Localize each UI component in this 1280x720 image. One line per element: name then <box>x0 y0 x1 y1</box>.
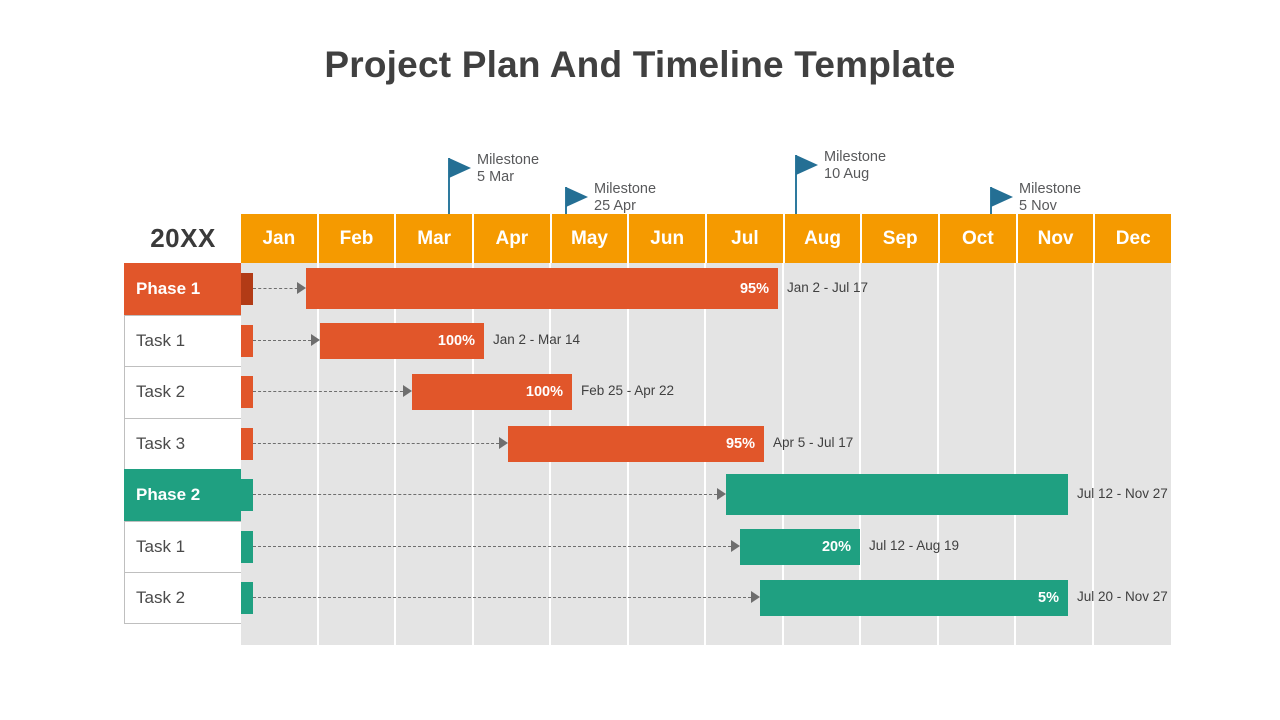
date-range-label: Jul 12 - Aug 19 <box>869 537 960 553</box>
month-cell-dec[interactable]: Dec <box>1095 214 1172 263</box>
row-label-phase-2[interactable]: Phase 2 <box>124 469 242 521</box>
dependency-connector <box>253 442 504 444</box>
gantt-row-task-2-2: 5% Jul 20 - Nov 27 <box>241 572 1171 624</box>
row-label-panel: 20XX Phase 1 Task 1 Task 2 Task 3 Phase … <box>124 213 242 624</box>
row-stub <box>241 530 253 563</box>
flag-icon <box>566 187 588 207</box>
milestone-label: Milestone 5 Nov <box>1019 181 1082 214</box>
row-stub <box>241 376 253 408</box>
flag-icon <box>796 155 818 175</box>
row-label-task-1-3[interactable]: Task 3 <box>124 417 242 469</box>
row-label-task-1-1[interactable]: Task 1 <box>124 314 242 366</box>
month-cell-jun[interactable]: Jun <box>629 214 708 263</box>
gantt-bar-task-1-2[interactable]: 100% <box>412 374 572 410</box>
month-cell-mar[interactable]: Mar <box>396 214 475 263</box>
month-cell-feb[interactable]: Feb <box>318 214 397 263</box>
month-cell-jul[interactable]: Jul <box>707 214 785 263</box>
progress-percent: 95% <box>739 280 769 297</box>
milestone-label: Milestone 25 Apr <box>594 181 657 214</box>
month-cell-nov[interactable]: Nov <box>1017 214 1096 263</box>
row-stub <box>241 324 253 357</box>
connector-arrow-icon <box>751 591 760 603</box>
row-label-text: Task 2 <box>136 382 186 402</box>
row-label-task-2-2[interactable]: Task 2 <box>124 572 242 624</box>
gantt-bar-task-2-2[interactable]: 5% <box>760 580 1068 616</box>
slide-canvas: Project Plan And Timeline Template Miles… <box>0 0 1280 720</box>
date-range-label: Apr 5 - Jul 17 <box>773 434 854 450</box>
connector-arrow-icon <box>403 385 412 397</box>
connector-arrow-icon <box>297 282 306 294</box>
dependency-connector <box>253 339 316 341</box>
row-label-text: Task 1 <box>136 330 186 350</box>
flag-icon <box>449 158 471 178</box>
gantt-row-phase-1: 95% Jan 2 - Jul 17 <box>241 263 1171 315</box>
gantt-bar-phase-2[interactable] <box>726 474 1068 515</box>
row-label-task-2-1[interactable]: Task 1 <box>124 520 242 572</box>
month-cell-may[interactable]: May <box>551 214 630 263</box>
dependency-connector <box>253 391 408 392</box>
progress-percent: 100% <box>525 384 563 400</box>
gantt-row-task-1-1: 100% Jan 2 - Mar 14 <box>241 315 1171 367</box>
date-range-label: Jan 2 - Jul 17 <box>787 280 869 295</box>
month-cell-sep[interactable]: Sep <box>862 214 941 263</box>
connector-arrow-icon <box>731 539 740 552</box>
dependency-connector <box>253 494 722 495</box>
date-range-label: Jan 2 - Mar 14 <box>493 331 581 347</box>
connector-arrow-icon <box>717 488 726 500</box>
row-label-text: Task 3 <box>136 433 186 453</box>
date-range-label: Jul 20 - Nov 27 <box>1077 589 1168 604</box>
connector-arrow-icon <box>499 436 508 449</box>
date-range-label: Feb 25 - Apr 22 <box>581 383 675 398</box>
milestone-label: Milestone 10 Aug <box>824 149 887 182</box>
row-label-text: Phase 2 <box>136 485 201 505</box>
month-header: Jan Feb Mar Apr May Jun Jul Aug Sep Oct … <box>241 214 1172 263</box>
row-label-text: Phase 1 <box>136 279 201 299</box>
gantt-row-task-2-1: 20% Jul 12 - Aug 19 <box>241 521 1171 573</box>
month-cell-apr[interactable]: Apr <box>474 214 552 263</box>
connector-arrow-icon <box>311 333 320 346</box>
row-stub <box>241 427 253 460</box>
row-stub <box>241 479 253 511</box>
page-title: Project Plan And Timeline Template <box>324 44 956 85</box>
dependency-connector <box>253 597 756 598</box>
month-cell-oct[interactable]: Oct <box>940 214 1018 263</box>
row-label-phase-1[interactable]: Phase 1 <box>124 263 242 315</box>
row-stub <box>241 273 253 305</box>
year-label: 20XX <box>150 222 216 253</box>
flag-icon <box>991 187 1013 207</box>
gantt-bar-task-2-1[interactable]: 20% <box>740 528 860 565</box>
progress-percent: 20% <box>821 538 851 555</box>
row-label-text: Task 1 <box>136 536 186 556</box>
gantt-bar-task-1-3[interactable]: 95% <box>508 425 764 462</box>
date-range-label: Jul 12 - Nov 27 <box>1077 486 1168 501</box>
dependency-connector <box>253 288 303 289</box>
dependency-connector <box>253 545 736 547</box>
milestone-label: Milestone 5 Mar <box>477 152 540 185</box>
gantt-bar-phase-1[interactable]: 95% <box>306 268 778 309</box>
progress-percent: 100% <box>437 332 475 349</box>
gantt-row-task-1-3: 95% Apr 5 - Jul 17 <box>241 418 1171 470</box>
progress-percent: 95% <box>725 435 755 452</box>
month-cell-jan[interactable]: Jan <box>241 214 319 263</box>
row-label-text: Task 2 <box>136 587 186 607</box>
progress-percent: 5% <box>1038 590 1059 606</box>
gantt-plot-area: 95% Jan 2 - Jul 17 100% Jan 2 - Mar 14 1… <box>241 263 1171 645</box>
gantt-row-task-1-2: 100% Feb 25 - Apr 22 <box>241 366 1171 418</box>
gantt-row-phase-2: Jul 12 - Nov 27 <box>241 469 1171 521</box>
row-stub <box>241 582 253 614</box>
row-label-task-1-2[interactable]: Task 2 <box>124 366 242 418</box>
month-cell-aug[interactable]: Aug <box>784 214 863 263</box>
gantt-bar-task-1-1[interactable]: 100% <box>320 322 484 359</box>
